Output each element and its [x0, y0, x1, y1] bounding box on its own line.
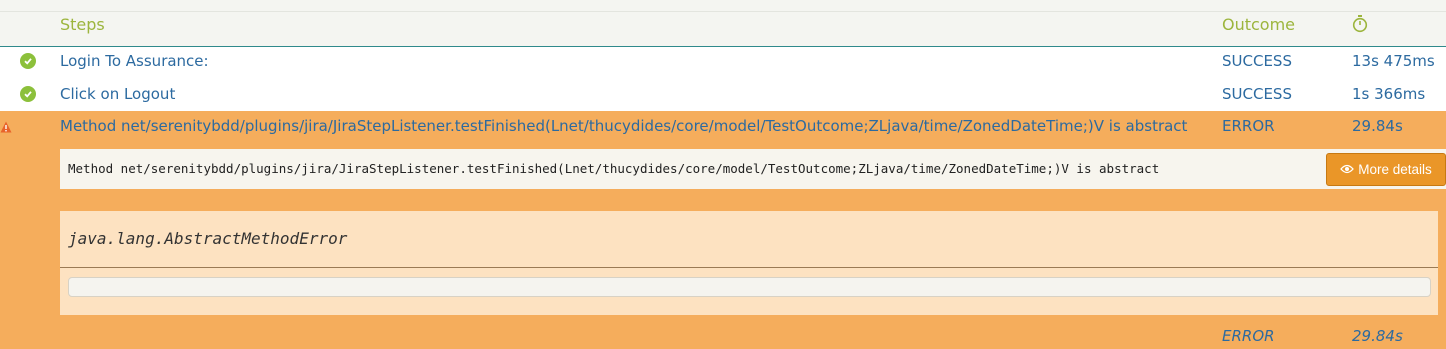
step-outcome: SUCCESS: [1222, 85, 1292, 103]
error-step-outcome: ERROR: [1222, 117, 1275, 135]
steps-column-header: Steps: [60, 15, 105, 34]
more-details-button[interactable]: More details: [1326, 153, 1446, 186]
exception-name: java.lang.AbstractMethodError: [68, 229, 348, 248]
step-row[interactable]: Click on Logout SUCCESS 1s 366ms: [0, 79, 1446, 111]
stack-trace-box[interactable]: [68, 277, 1431, 297]
error-message: Method net/serenitybdd/plugins/jira/Jira…: [68, 161, 1160, 176]
redacted-area: [211, 50, 902, 74]
warning-icon: [0, 118, 12, 137]
step-duration: 1s 366ms: [1352, 85, 1426, 103]
success-check-icon: [20, 53, 36, 69]
exception-panel: java.lang.AbstractMethodError: [60, 211, 1438, 315]
step-duration: 13s 475ms: [1352, 52, 1435, 70]
footer-duration: 29.84s: [1352, 327, 1403, 345]
error-message-bar: Method net/serenitybdd/plugins/jira/Jira…: [60, 149, 1446, 189]
steps-table-header: Steps Outcome: [0, 11, 1446, 47]
step-row[interactable]: Login To Assurance: SUCCESS 13s 475ms: [0, 46, 1446, 78]
eye-icon: [1340, 162, 1355, 177]
footer-outcome: ERROR: [1222, 327, 1275, 345]
error-step-block: Method net/serenitybdd/plugins/jira/Jira…: [0, 111, 1446, 349]
error-step-title[interactable]: Method net/serenitybdd/plugins/jira/Jira…: [60, 117, 1187, 135]
step-outcome: SUCCESS: [1222, 52, 1292, 70]
divider: [60, 267, 1438, 268]
error-step-duration: 29.84s: [1352, 117, 1403, 135]
step-title[interactable]: Click on Logout: [60, 85, 175, 103]
step-title[interactable]: Login To Assurance:: [60, 52, 209, 70]
success-check-icon: [20, 86, 36, 102]
more-details-label: More details: [1358, 162, 1432, 177]
stopwatch-icon: [1352, 15, 1368, 37]
outcome-column-header: Outcome: [1222, 15, 1296, 34]
top-strip: [0, 0, 1446, 11]
